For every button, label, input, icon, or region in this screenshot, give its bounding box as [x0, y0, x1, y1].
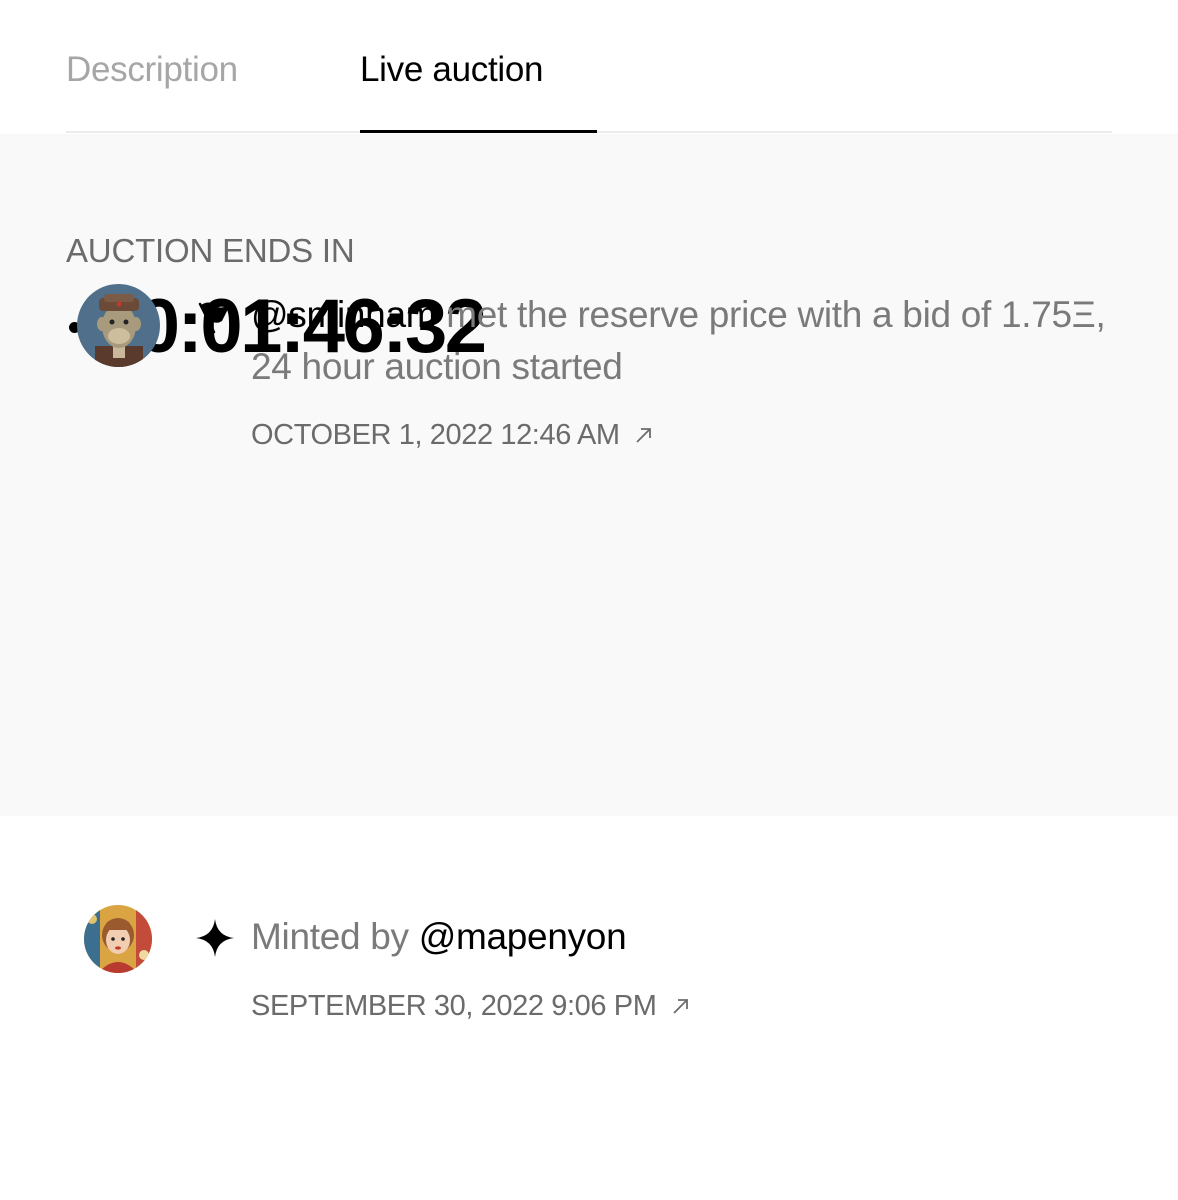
tab-description[interactable]: Description [66, 50, 238, 90]
mint-event-timestamp-link[interactable]: SEPTEMBER 30, 2022 9:06 PM [251, 990, 692, 1023]
tab-live-auction[interactable]: Live auction [360, 50, 544, 90]
arrow-up-right-icon [636, 428, 652, 443]
reserve-event-text: @sminnam met the reserve price with a bi… [251, 289, 1131, 393]
mint-event-timestamp: SEPTEMBER 30, 2022 9:06 PM [251, 990, 657, 1022]
auction-ends-label: AUCTION ENDS IN [66, 232, 355, 269]
bidder-avatar[interactable] [77, 284, 160, 367]
reserve-event-timestamp-link[interactable]: OCTOBER 1, 2022 12:46 AM [251, 419, 655, 452]
minter-avatar[interactable] [84, 905, 152, 973]
tab-bar: Description Live auction [0, 0, 1178, 134]
mint-event-text: Minted by @mapenyon [251, 911, 627, 963]
sparkle-icon [196, 919, 234, 957]
active-tab-indicator [360, 130, 597, 133]
minter-handle-link[interactable]: @mapenyon [419, 916, 627, 957]
reserve-event-timestamp: OCTOBER 1, 2022 12:46 AM [251, 419, 620, 451]
minted-by-label: Minted by [251, 916, 419, 957]
live-auction-panel: AUCTION ENDS IN 00:01:46:32 [0, 134, 1178, 816]
arrow-up-right-icon [673, 999, 689, 1014]
flag-icon [198, 302, 230, 334]
bidder-handle-link[interactable]: @sminnam [251, 294, 437, 335]
